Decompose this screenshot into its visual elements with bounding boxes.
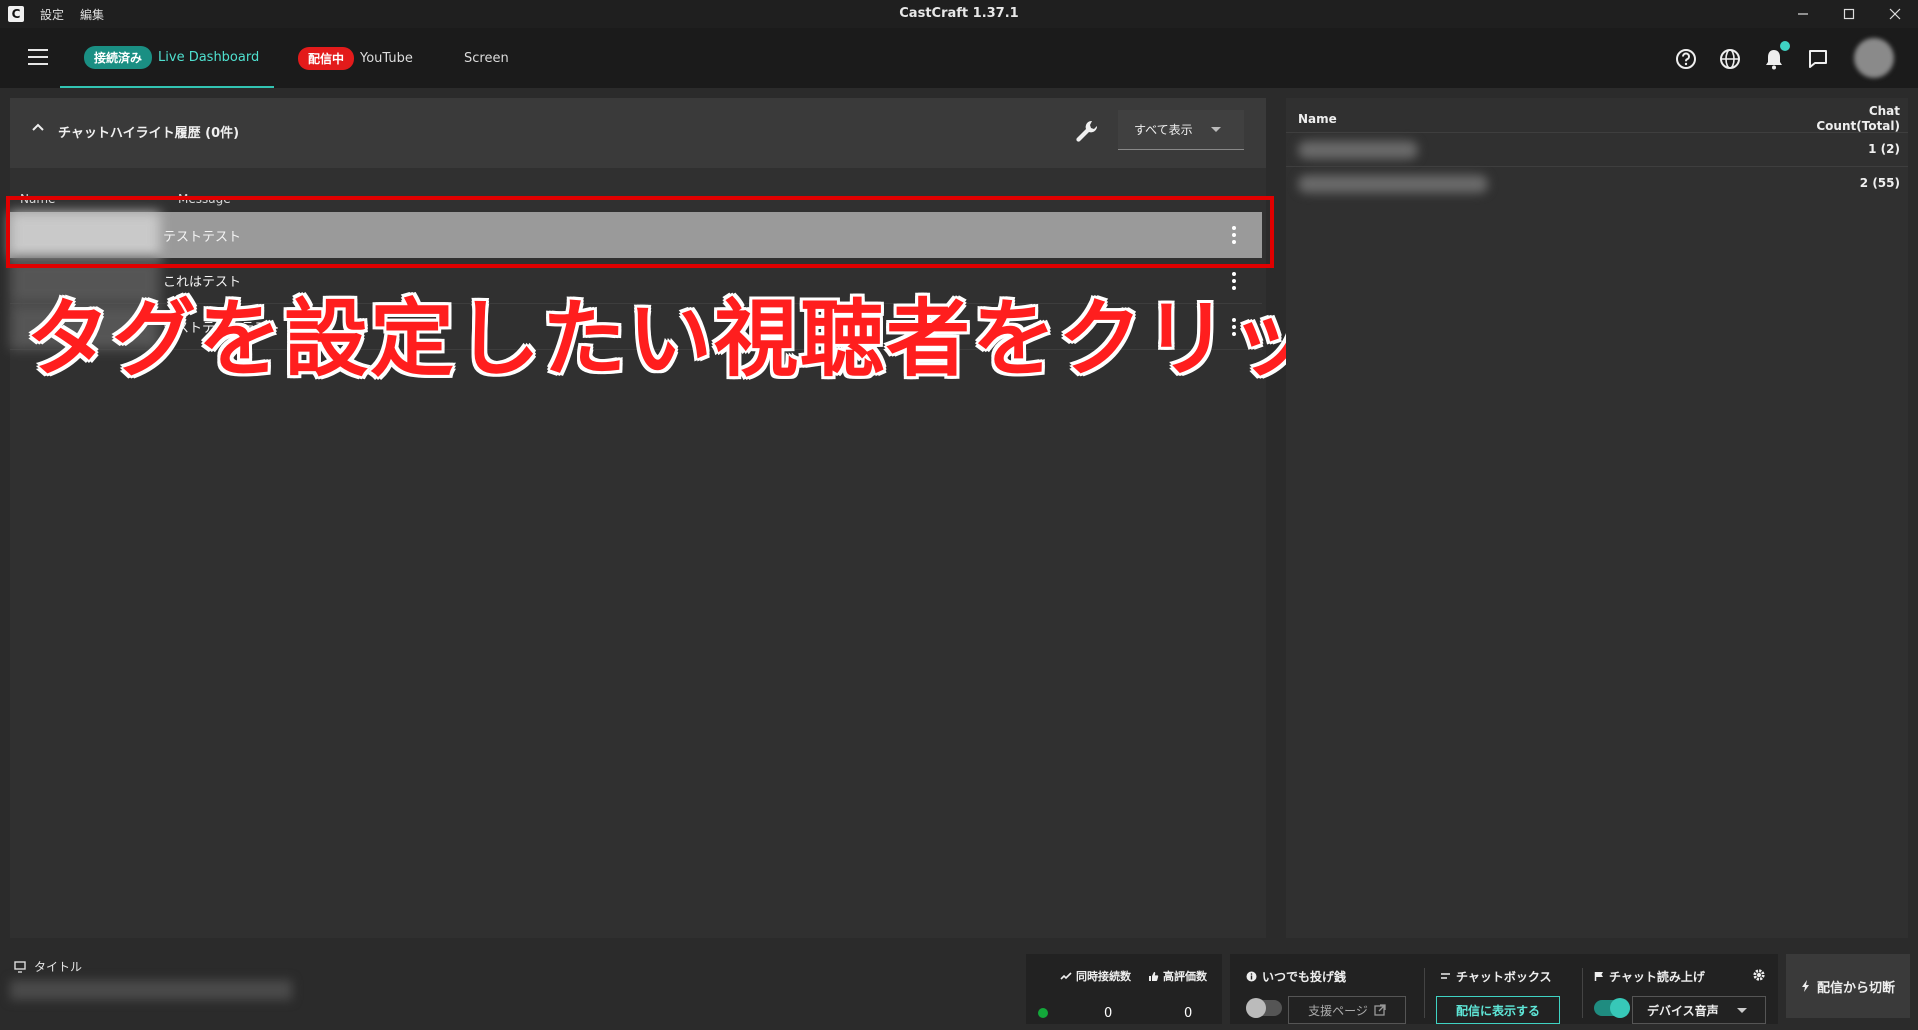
tab-youtube[interactable]: 配信中 YouTube (298, 28, 413, 88)
lightning-icon (1801, 980, 1809, 992)
chevron-down-icon (1210, 127, 1221, 132)
thumbs-up-icon (1149, 971, 1159, 981)
viewer-name-blurred (1298, 141, 1418, 159)
bottom-bar: タイトル 同時接続数 高評価数 0 0 いつでも投げ銭 支援ページ チャットボッ… (0, 944, 1918, 1030)
stream-title-blurred (10, 980, 292, 1000)
viewer-name-blurred[interactable] (10, 212, 160, 258)
notification-dot (1780, 41, 1790, 51)
column-header-name: Name (20, 192, 56, 206)
tipping-toggle[interactable] (1246, 998, 1282, 1018)
viewer-chat-count: 1 (2) (1868, 142, 1900, 156)
tab-screen-label: Screen (464, 50, 509, 66)
chat-highlight-title: チャットハイライト履歴 (0件) (58, 126, 240, 141)
likes-label: 高評価数 (1148, 968, 1207, 984)
stream-stats: 同時接続数 高評価数 0 0 (1026, 954, 1222, 1024)
annotation-text: タグを設定したい視聴者をクリック (26, 290, 1403, 388)
viewer-column-count: Chat Count(Total) (1816, 104, 1900, 134)
gear-icon[interactable] (1752, 968, 1766, 982)
audio-device-select[interactable]: デバイス音声 (1632, 996, 1766, 1024)
connected-badge: 接続済み (84, 45, 153, 69)
bell-icon[interactable] (1762, 41, 1790, 71)
info-icon (1246, 971, 1257, 982)
app-logo: C (8, 6, 24, 22)
column-header-message: Message (178, 192, 231, 206)
concurrent-viewers-value: 0 (1104, 1006, 1113, 1021)
chevron-down-icon (1736, 1007, 1747, 1013)
chatbox-label: チャットボックス (1440, 968, 1552, 985)
chat-panel: チャットハイライト履歴 (0件) すべて表示 Name Message テストテ… (10, 98, 1266, 938)
live-badge: 配信中 (298, 46, 355, 70)
flag-icon (1594, 972, 1603, 981)
divider (1582, 968, 1583, 1018)
menu-edit[interactable]: 編集 (80, 6, 104, 23)
viewer-list-panel: Name Chat Count(Total) 1 (2) 2 (55) (1286, 98, 1908, 938)
tab-youtube-label: YouTube (360, 50, 413, 66)
filter-select[interactable]: すべて表示 (1118, 110, 1244, 150)
minimize-icon[interactable] (1780, 0, 1826, 28)
monitor-icon (14, 960, 26, 973)
stream-title-label: タイトル (14, 958, 82, 975)
chat-highlight-bar: チャットハイライト履歴 (0件) すべて表示 (10, 98, 1266, 168)
external-link-icon (1374, 1004, 1386, 1016)
widget-controls: いつでも投げ銭 支援ページ チャットボックス 配信に表示する チャット読み上げ … (1230, 954, 1778, 1024)
more-vertical-icon[interactable] (1232, 226, 1236, 244)
tts-label: チャット読み上げ (1594, 968, 1705, 985)
filter-select-value: すべて表示 (1134, 123, 1193, 137)
close-icon[interactable] (1872, 0, 1918, 28)
tts-toggle[interactable] (1594, 998, 1630, 1018)
online-status-dot (1038, 1008, 1048, 1018)
show-on-stream-button[interactable]: 配信に表示する (1436, 996, 1560, 1024)
tab-screen[interactable]: Screen (464, 28, 509, 88)
maximize-icon[interactable] (1826, 0, 1872, 28)
chat-message: テストテスト (163, 229, 242, 245)
viewer-column-name: Name (1298, 112, 1337, 126)
window-title: CastCraft 1.37.1 (899, 6, 1019, 21)
menu-settings[interactable]: 設定 (40, 6, 64, 23)
title-bar: C 設定 編集 CastCraft 1.37.1 (0, 0, 1918, 28)
concurrent-viewers-label: 同時接続数 (1060, 968, 1131, 984)
wrench-icon[interactable] (1074, 118, 1100, 144)
disconnect-stream-button[interactable]: 配信から切断 (1786, 954, 1910, 1018)
trending-icon (1060, 972, 1072, 980)
viewer-chat-count: 2 (55) (1859, 176, 1900, 190)
chat-row-selected[interactable]: テストテスト (10, 212, 1262, 258)
support-page-button[interactable]: 支援ページ (1288, 996, 1406, 1024)
chevron-up-icon[interactable] (30, 120, 46, 136)
tipping-label: いつでも投げ銭 (1246, 968, 1346, 985)
stream-title-label-text: タイトル (34, 960, 83, 974)
window-controls (1780, 0, 1918, 28)
tab-live-dashboard[interactable]: 接続済み Live Dashboard (60, 28, 274, 88)
avatar[interactable] (1854, 38, 1894, 78)
likes-value: 0 (1184, 1006, 1193, 1021)
viewer-row[interactable]: 2 (55) (1286, 166, 1908, 200)
chat-icon[interactable] (1806, 47, 1830, 71)
app-header: 接続済み Live Dashboard 配信中 YouTube Screen (0, 28, 1918, 88)
divider (1424, 968, 1425, 1018)
tab-live-dashboard-label: Live Dashboard (158, 49, 260, 65)
viewer-column-count-line1: Chat (1868, 104, 1900, 118)
list-icon (1441, 973, 1450, 979)
viewer-name-blurred (1298, 175, 1488, 193)
hamburger-menu-icon[interactable] (28, 49, 48, 65)
viewer-row[interactable]: 1 (2) (1286, 132, 1908, 166)
globe-icon[interactable] (1718, 47, 1742, 71)
help-icon[interactable] (1674, 47, 1698, 71)
